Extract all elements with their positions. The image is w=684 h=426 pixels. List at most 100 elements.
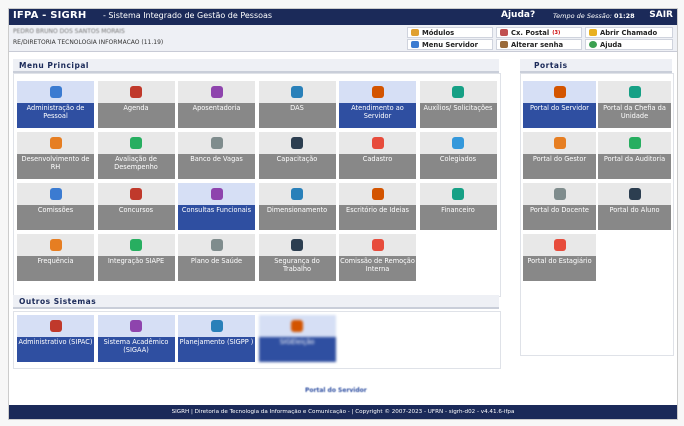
tile-label: Sistema Acadêmico (SIGAA) bbox=[103, 338, 169, 354]
tile-label: Administrativo (SIPAC) bbox=[18, 338, 93, 346]
tile-label: Financeiro bbox=[441, 206, 475, 214]
main-menu-tile[interactable]: DAS bbox=[257, 80, 337, 129]
plus-icon bbox=[371, 137, 384, 149]
tile-icon-area bbox=[258, 234, 336, 256]
tile-icon-area bbox=[258, 183, 336, 205]
main-menu-tile[interactable]: Agenda bbox=[96, 80, 176, 129]
server-menu-link[interactable]: Menu Servidor bbox=[407, 39, 493, 50]
tile-label: Banco de Vagas bbox=[190, 155, 243, 163]
tile-label: Integração SIAPE bbox=[107, 257, 165, 265]
help-quick-link[interactable]: Ajuda bbox=[585, 39, 673, 50]
portal-tile[interactable]: Portal da Chefia da Unidade bbox=[597, 80, 672, 129]
tile-icon-area bbox=[598, 183, 671, 205]
tile-icon-area bbox=[419, 81, 497, 103]
portal-tile[interactable]: Portal do Servidor bbox=[522, 80, 597, 129]
portal-tile[interactable]: Portal da Auditoria bbox=[597, 131, 672, 180]
app-brand: IFPA - SIGRH bbox=[13, 10, 87, 21]
tile-icon-area bbox=[419, 183, 497, 205]
main-menu-tile[interactable]: Colegiados bbox=[418, 131, 498, 180]
app-subtitle: - Sistema Integrado de Gestão de Pessoas bbox=[103, 11, 273, 20]
modules-link[interactable]: Módulos bbox=[407, 27, 493, 38]
safety-icon bbox=[291, 239, 303, 251]
tile-label: Auxílios/ Solicitações bbox=[423, 104, 493, 112]
main-menu-tile[interactable]: Aposentadoria bbox=[177, 80, 256, 129]
main-menu-tile[interactable]: Escritório de Ideias bbox=[338, 182, 417, 231]
session-label: Tempo de Sessão: bbox=[553, 12, 612, 20]
tile-icon-area bbox=[258, 81, 336, 103]
system-icon bbox=[130, 320, 142, 332]
person-icon bbox=[553, 239, 566, 251]
main-menu-tile[interactable]: Banco de Vagas bbox=[177, 131, 256, 180]
tile-label: Dimensionamento bbox=[266, 206, 328, 214]
server-menu-icon bbox=[411, 41, 419, 48]
main-menu-panel: Administração de Pessoal Agenda Aposentado… bbox=[13, 73, 501, 297]
tile-icon-area bbox=[339, 234, 416, 256]
person-icon bbox=[553, 137, 566, 149]
user-department: RE/DIRETORIA TECNOLOGIA INFORMACAO (11.1… bbox=[13, 39, 164, 46]
main-menu-tile[interactable]: Dimensionamento bbox=[257, 182, 337, 231]
tile-label: Escritório de Ideias bbox=[346, 206, 409, 214]
main-menu-tile[interactable]: Segurança do Trabalho bbox=[257, 233, 337, 282]
main-menu-tile[interactable]: Avaliação de Desempenho bbox=[96, 131, 176, 180]
tile-icon-area bbox=[17, 315, 94, 337]
other-system-tile[interactable]: Planejamento (SIGPP ) bbox=[177, 314, 256, 363]
other-system-tile[interactable]: Sistema Acadêmico (SIGAA) bbox=[96, 314, 176, 363]
tile-icon-area bbox=[523, 132, 596, 154]
mailbox-link[interactable]: Cx. Postal (3) bbox=[496, 27, 582, 38]
main-menu-tile[interactable]: Frequência bbox=[16, 233, 95, 282]
help-link[interactable]: Ajuda? bbox=[501, 10, 535, 20]
mailbox-count-badge: (3) bbox=[552, 29, 561, 36]
user-name: PEDRO BRUNO DOS SANTOS MORAIS bbox=[13, 28, 125, 35]
other-system-tile[interactable]: SIGEleição bbox=[257, 314, 337, 363]
main-menu-tile[interactable]: Comissões bbox=[16, 182, 95, 231]
tile-label: Segurança do Trabalho bbox=[274, 257, 320, 273]
tile-label: Portal da Chefia da Unidade bbox=[603, 104, 666, 120]
cubes-icon bbox=[291, 188, 303, 200]
evaluation-icon bbox=[130, 137, 142, 149]
portal-tile[interactable]: Portal do Gestor bbox=[522, 131, 597, 180]
tile-icon-area bbox=[598, 132, 671, 154]
system-icon bbox=[210, 320, 223, 332]
main-menu-tile[interactable]: Consultas Funcionais bbox=[177, 182, 256, 231]
modules-icon bbox=[411, 29, 419, 36]
main-menu-tile[interactable]: Capacitação bbox=[257, 131, 337, 180]
logout-link[interactable]: SAIR bbox=[649, 10, 673, 20]
change-password-link[interactable]: Alterar senha bbox=[496, 39, 582, 50]
portal-tile[interactable]: Portal do Estagiário bbox=[522, 233, 597, 282]
tile-icon-area bbox=[178, 234, 255, 256]
tile-label: Avaliação de Desempenho bbox=[114, 155, 158, 171]
tile-icon-area bbox=[97, 81, 175, 103]
main-menu-tile[interactable]: Cadastro bbox=[338, 131, 417, 180]
tile-icon-area bbox=[178, 132, 255, 154]
other-system-tile[interactable]: Administrativo (SIPAC) bbox=[16, 314, 95, 363]
tile-icon-area bbox=[178, 81, 255, 103]
money-icon bbox=[452, 188, 464, 200]
main-menu-tile[interactable]: Atendimento ao Servidor bbox=[338, 80, 417, 129]
portal-tile[interactable]: Portal do Docente bbox=[522, 182, 597, 231]
tile-icon-area bbox=[598, 81, 671, 103]
tile-label: Consultas Funcionais bbox=[181, 206, 252, 214]
main-menu-tile[interactable]: Desenvolvimento de RH bbox=[16, 131, 95, 180]
main-menu-tile[interactable]: Financeiro bbox=[418, 182, 498, 231]
tile-label: Portal da Auditoria bbox=[603, 155, 666, 163]
main-menu-tile[interactable]: Auxílios/ Solicitações bbox=[418, 80, 498, 129]
main-menu-tile[interactable]: Administração de Pessoal bbox=[16, 80, 95, 129]
main-menu-tile[interactable]: Comissão de Remoção Interna bbox=[338, 233, 417, 282]
calendar-icon bbox=[130, 86, 142, 98]
tile-icon-area bbox=[178, 183, 255, 205]
server-menu-label: Menu Servidor bbox=[422, 40, 478, 49]
database-icon bbox=[210, 137, 223, 149]
tile-label: Portal do Aluno bbox=[609, 206, 660, 214]
main-menu-tile[interactable]: Concursos bbox=[96, 182, 176, 231]
open-ticket-link[interactable]: Abrir Chamado bbox=[585, 27, 673, 38]
tile-icon-area bbox=[97, 132, 175, 154]
main-menu-tile[interactable]: Integração SIAPE bbox=[96, 233, 176, 282]
portal-tile[interactable]: Portal do Aluno bbox=[597, 182, 672, 231]
tile-icon-area bbox=[523, 183, 596, 205]
other-systems-title: Outros Sistemas bbox=[13, 295, 499, 309]
request-icon bbox=[452, 86, 464, 98]
tile-label: Frequência bbox=[37, 257, 74, 265]
tile-icon-area bbox=[178, 315, 255, 337]
main-menu-tile[interactable]: Plano de Saúde bbox=[177, 233, 256, 282]
person-icon bbox=[628, 86, 641, 98]
